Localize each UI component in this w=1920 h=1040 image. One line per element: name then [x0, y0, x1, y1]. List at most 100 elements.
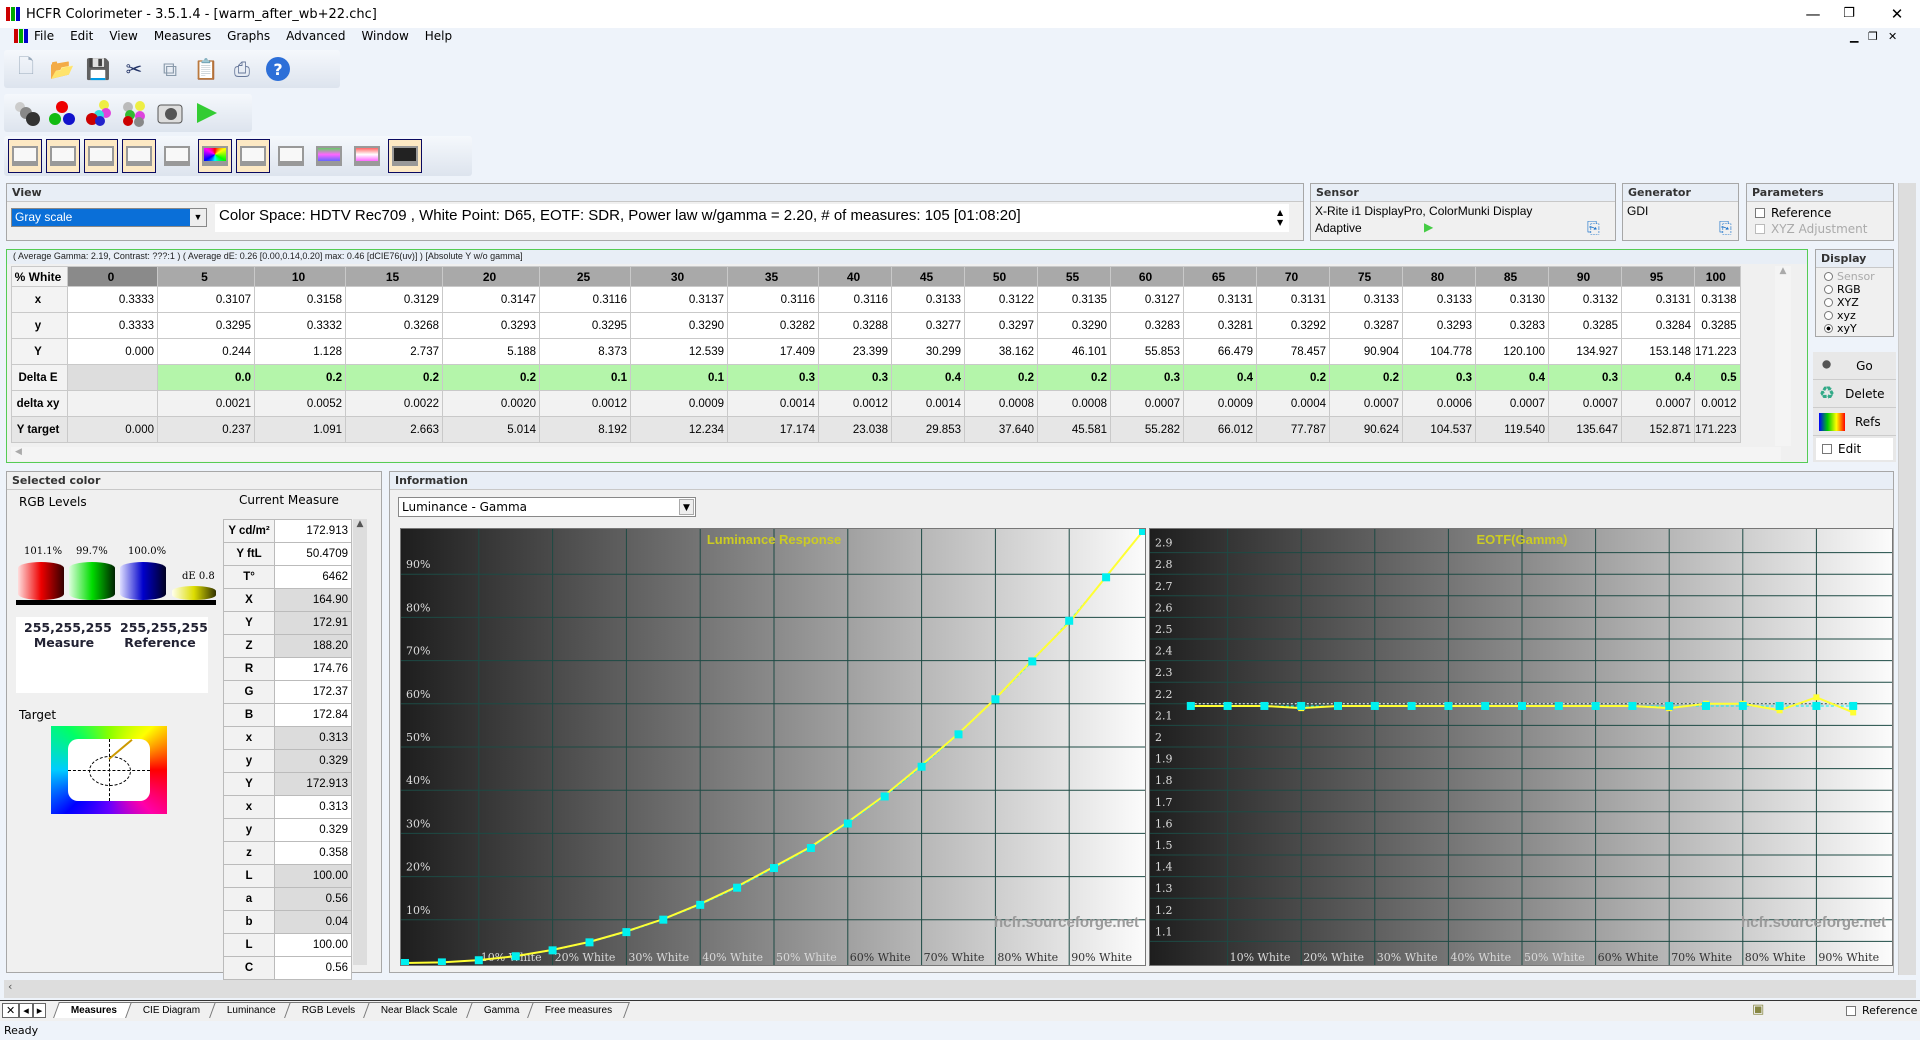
table-cell[interactable]: 119.540: [1475, 416, 1549, 443]
table-cell[interactable]: 0.3116: [818, 286, 892, 313]
tab-luminance[interactable]: Luminance: [208, 1002, 294, 1018]
print-icon[interactable]: ⎙: [228, 55, 256, 83]
new-icon[interactable]: 🗋: [12, 54, 40, 83]
table-cell[interactable]: 0.1: [630, 364, 728, 391]
table-cell[interactable]: 0.0014: [727, 390, 819, 417]
table-cell[interactable]: 17.174: [727, 416, 819, 443]
table-cell[interactable]: 0.0014: [891, 390, 965, 417]
table-cell[interactable]: 0.2: [345, 364, 443, 391]
table-cell[interactable]: 0.237: [157, 416, 255, 443]
table-cell[interactable]: 0.3282: [727, 312, 819, 339]
table-cell[interactable]: 0.3107: [157, 286, 255, 313]
measures-view-icon[interactable]: [8, 139, 42, 173]
table-cell[interactable]: 66.012: [1183, 416, 1257, 443]
table-cell[interactable]: 90.904: [1329, 338, 1403, 365]
table-cell[interactable]: 0.3147: [442, 286, 540, 313]
mdi-minimize-icon[interactable]: ▁: [1850, 30, 1858, 43]
column-header[interactable]: 45: [891, 266, 965, 287]
display-option-sensor[interactable]: Sensor: [1824, 270, 1885, 283]
main-vertical-scrollbar[interactable]: [1898, 183, 1916, 975]
table-cell[interactable]: 0.3285: [1694, 312, 1741, 339]
display-option-xyz[interactable]: XYZ: [1824, 296, 1885, 309]
table-cell[interactable]: 0.3132: [1548, 286, 1622, 313]
table-cell[interactable]: 0.2: [1329, 364, 1403, 391]
table-cell[interactable]: [67, 364, 158, 391]
rgb-levels-view-icon[interactable]: [122, 139, 156, 173]
table-cell[interactable]: 0.2: [254, 364, 346, 391]
table-cell[interactable]: 12.539: [630, 338, 728, 365]
table-horizontal-scrollbar[interactable]: ◀: [11, 447, 1781, 461]
display-option-xyz[interactable]: xyz: [1824, 309, 1885, 322]
gamma-view-icon[interactable]: [84, 139, 118, 173]
table-cell[interactable]: 0.0006: [1402, 390, 1476, 417]
table-cell[interactable]: 5.014: [442, 416, 540, 443]
table-cell[interactable]: 0.3133: [1402, 286, 1476, 313]
table-cell[interactable]: 0.0052: [254, 390, 346, 417]
play-icon[interactable]: [192, 99, 220, 127]
table-cell[interactable]: 104.778: [1402, 338, 1476, 365]
table-cell[interactable]: 153.148: [1621, 338, 1695, 365]
column-header[interactable]: 90: [1548, 266, 1622, 287]
generator-config-icon[interactable]: ⎘: [1719, 218, 1732, 238]
table-cell[interactable]: 2.737: [345, 338, 443, 365]
xyz-adjustment-checkbox[interactable]: XYZ Adjustment: [1755, 222, 1867, 236]
table-cell[interactable]: 0.0004: [1256, 390, 1330, 417]
column-header[interactable]: 85: [1475, 266, 1549, 287]
table-cell[interactable]: 0.0009: [630, 390, 728, 417]
column-header[interactable]: 65: [1183, 266, 1257, 287]
table-cell[interactable]: 0.3133: [1329, 286, 1403, 313]
table-cell[interactable]: 0.3283: [1475, 312, 1549, 339]
menu-edit[interactable]: Edit: [70, 29, 93, 43]
sensor-play-icon[interactable]: ▶: [1424, 220, 1433, 234]
table-cell[interactable]: 0.3158: [254, 286, 346, 313]
tab-rgb-levels[interactable]: RGB Levels: [283, 1002, 373, 1018]
cie-diagram-view-icon[interactable]: [198, 139, 232, 173]
table-cell[interactable]: 0.3138: [1694, 286, 1741, 313]
spin-updown-icon[interactable]: ▲ ▼: [1277, 208, 1283, 228]
table-cell[interactable]: 0.3290: [1037, 312, 1111, 339]
tab-cie-diagram[interactable]: CIE Diagram: [125, 1002, 219, 1018]
table-cell[interactable]: 152.871: [1621, 416, 1695, 443]
tab-measures[interactable]: Measures: [53, 1002, 136, 1018]
table-cell[interactable]: 0.1: [539, 364, 631, 391]
table-cell[interactable]: 0.0021: [157, 390, 255, 417]
table-cell[interactable]: 0.3133: [891, 286, 965, 313]
menu-measures[interactable]: Measures: [154, 29, 211, 43]
table-cell[interactable]: [67, 390, 158, 417]
table-cell[interactable]: 0.3116: [727, 286, 819, 313]
table-cell[interactable]: 0.3: [1548, 364, 1622, 391]
table-cell[interactable]: 0.0007: [1621, 390, 1695, 417]
tab-gamma[interactable]: Gamma: [465, 1002, 538, 1018]
table-cell[interactable]: 0.3292: [1256, 312, 1330, 339]
table-cell[interactable]: 0.3129: [345, 286, 443, 313]
camera-icon[interactable]: [156, 99, 184, 127]
table-cell[interactable]: 0.0012: [818, 390, 892, 417]
table-cell[interactable]: 8.192: [539, 416, 631, 443]
menu-window[interactable]: Window: [361, 29, 408, 43]
grayscale-measure-icon[interactable]: [12, 99, 40, 127]
table-cell[interactable]: 0.3: [818, 364, 892, 391]
paste-icon[interactable]: 📋: [192, 55, 220, 83]
all-colors-icon[interactable]: [120, 99, 148, 127]
close-tab-icon[interactable]: ✕: [2, 1003, 20, 1018]
table-cell[interactable]: 0.3131: [1183, 286, 1257, 313]
table-cell[interactable]: 0.3293: [442, 312, 540, 339]
column-header[interactable]: 100: [1694, 266, 1741, 287]
table-cell[interactable]: 0.0022: [345, 390, 443, 417]
current-measure-scrollbar[interactable]: ▲: [353, 519, 367, 965]
saturation-view-icon[interactable]: [274, 139, 308, 173]
table-cell[interactable]: 0.000: [67, 416, 158, 443]
table-cell[interactable]: 0.2: [964, 364, 1038, 391]
table-cell[interactable]: 0.0007: [1475, 390, 1549, 417]
table-cell[interactable]: 12.234: [630, 416, 728, 443]
column-header[interactable]: 20: [442, 266, 540, 287]
table-cell[interactable]: 17.409: [727, 338, 819, 365]
table-cell[interactable]: 0.4: [891, 364, 965, 391]
table-cell[interactable]: 0.3131: [1621, 286, 1695, 313]
table-cell[interactable]: 0.3290: [630, 312, 728, 339]
table-cell[interactable]: 0.0009: [1183, 390, 1257, 417]
table-cell[interactable]: 0.3137: [630, 286, 728, 313]
column-header[interactable]: 80: [1402, 266, 1476, 287]
column-header[interactable]: 0: [67, 266, 158, 287]
reference-checkbox[interactable]: Reference: [1755, 206, 1831, 220]
